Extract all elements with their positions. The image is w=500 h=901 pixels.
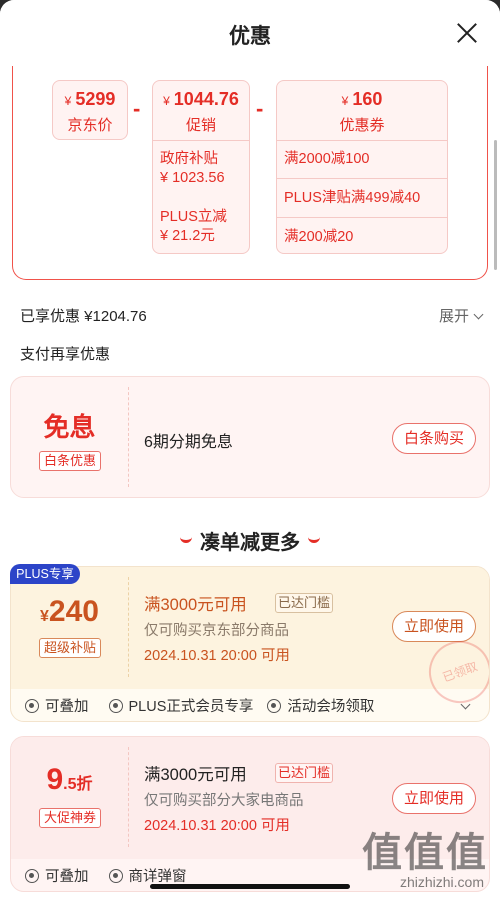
- close-icon[interactable]: [456, 22, 478, 44]
- coupon-item: PLUS津贴满499减40: [284, 190, 421, 206]
- coupon-item: 满200减20: [284, 229, 354, 245]
- discount-sheet: 优惠 ¥5299 京东价 - ¥1044.76 促销 政府补贴 ¥ 1023.5…: [0, 0, 500, 901]
- watermark-logo: 值值值: [362, 831, 488, 875]
- smile-icon: [180, 536, 192, 543]
- popup-icon: [108, 868, 123, 883]
- section-title-text: 凑单减更多: [200, 532, 300, 554]
- stack-icon: [25, 698, 39, 713]
- discount-fraction: .5折: [63, 776, 93, 793]
- coupon-card-plus: ¥240 超级补贴 满3000元可用 已达门槛 仅可购买京东部分商品 2024.…: [10, 566, 490, 722]
- card-divider: [128, 577, 129, 677]
- use-now-button[interactable]: 立即使用: [392, 783, 476, 814]
- promo-plus-value: ¥ 21.2元: [160, 228, 215, 244]
- promo-amount: 1044.76: [173, 89, 239, 109]
- promo-divider: [152, 140, 250, 141]
- sheet-title: 优惠: [229, 25, 271, 48]
- footer-item: 可叠加: [45, 699, 89, 715]
- jd-price-box: ¥5299 京东价: [52, 80, 128, 140]
- pay-title: 支付再享优惠: [20, 346, 111, 363]
- promo-gov-label: 政府补贴: [160, 151, 218, 167]
- super-subsidy-tag: 超级补贴: [39, 638, 101, 658]
- sheet-header: 优惠: [0, 0, 500, 66]
- coupon-condition: 满3000元可用: [144, 766, 247, 784]
- coupon-divider: [276, 140, 448, 141]
- enjoyed-discount: 已享优惠 ¥1204.76: [20, 308, 147, 325]
- home-indicator[interactable]: [150, 884, 350, 889]
- venue-icon: [267, 698, 282, 713]
- watermark-url: zhizhizhi.com: [399, 874, 484, 890]
- coupon-currency: ¥: [40, 608, 49, 625]
- chevron-down-icon: [473, 309, 484, 320]
- coupon-footer: 可叠加 商详弹窗: [25, 865, 187, 886]
- threshold-reached-tag: 已达门槛: [275, 593, 333, 613]
- threshold-reached-tag: 已达门槛: [275, 763, 333, 783]
- plus-exclusive-badge: PLUS专享: [10, 564, 80, 584]
- coupon-footer: 可叠加 PLUS正式会员专享 活动会场领取: [25, 695, 374, 716]
- coupon-time: 2024.10.31 20:00 可用: [144, 818, 290, 834]
- section-title: 凑单减更多: [0, 526, 500, 555]
- minus-sign: -: [133, 96, 141, 121]
- coupon-scope: 仅可购买京东部分商品: [144, 623, 289, 639]
- installment-card: 免息 白条优惠 6期分期免息 白条购买: [10, 376, 490, 498]
- coupon-currency: ¥: [341, 94, 349, 108]
- crown-icon: [108, 698, 123, 713]
- discount-amount-block: 9.5折: [11, 763, 128, 797]
- installment-desc: 6期分期免息: [144, 434, 233, 451]
- expand-label: 展开: [438, 308, 469, 325]
- coupon-time: 2024.10.31 20:00 可用: [144, 648, 290, 664]
- promo-label: 促销: [185, 117, 216, 134]
- jd-price-currency: ¥: [64, 94, 72, 108]
- coupon-scope: 仅可购买部分大家电商品: [144, 793, 304, 809]
- footer-item: 可叠加: [45, 869, 89, 885]
- baitiao-buy-button[interactable]: 白条购买: [392, 423, 476, 454]
- promo-gov-value: ¥ 1023.56: [160, 170, 225, 186]
- jd-price-amount: 5299: [75, 89, 116, 109]
- stack-icon: [25, 868, 39, 883]
- jd-price-label: 京东价: [67, 117, 113, 134]
- scrollbar[interactable]: [494, 140, 497, 270]
- use-now-button[interactable]: 立即使用: [392, 611, 476, 642]
- expand-button[interactable]: 展开: [438, 305, 484, 326]
- footer-item: 活动会场领取: [287, 699, 375, 715]
- coupon-amount: 160: [352, 89, 383, 109]
- coupon-amount-block: ¥240: [11, 595, 128, 629]
- promo-plus-label: PLUS立减: [160, 209, 227, 225]
- card-divider: [128, 387, 129, 487]
- coupon-divider: [276, 178, 448, 179]
- coupon-divider: [276, 217, 448, 218]
- minus-sign: -: [256, 96, 264, 121]
- baitiao-tag: 白条优惠: [39, 451, 101, 471]
- promo-coupon-tag: 大促神券: [39, 808, 101, 828]
- coupon-item: 满2000减100: [284, 151, 370, 167]
- footer-item: 商详弹窗: [128, 869, 187, 885]
- promo-currency: ¥: [163, 94, 170, 108]
- coupon-label: 优惠券: [339, 117, 385, 134]
- interest-free-text: 免息: [43, 412, 96, 442]
- coupon-condition: 满3000元可用: [144, 596, 247, 614]
- coupon-value: 240: [48, 595, 99, 628]
- footer-item: PLUS正式会员专享: [128, 699, 254, 715]
- smile-icon: [308, 536, 320, 543]
- discount-value: 9: [46, 763, 64, 796]
- card-divider: [128, 747, 129, 847]
